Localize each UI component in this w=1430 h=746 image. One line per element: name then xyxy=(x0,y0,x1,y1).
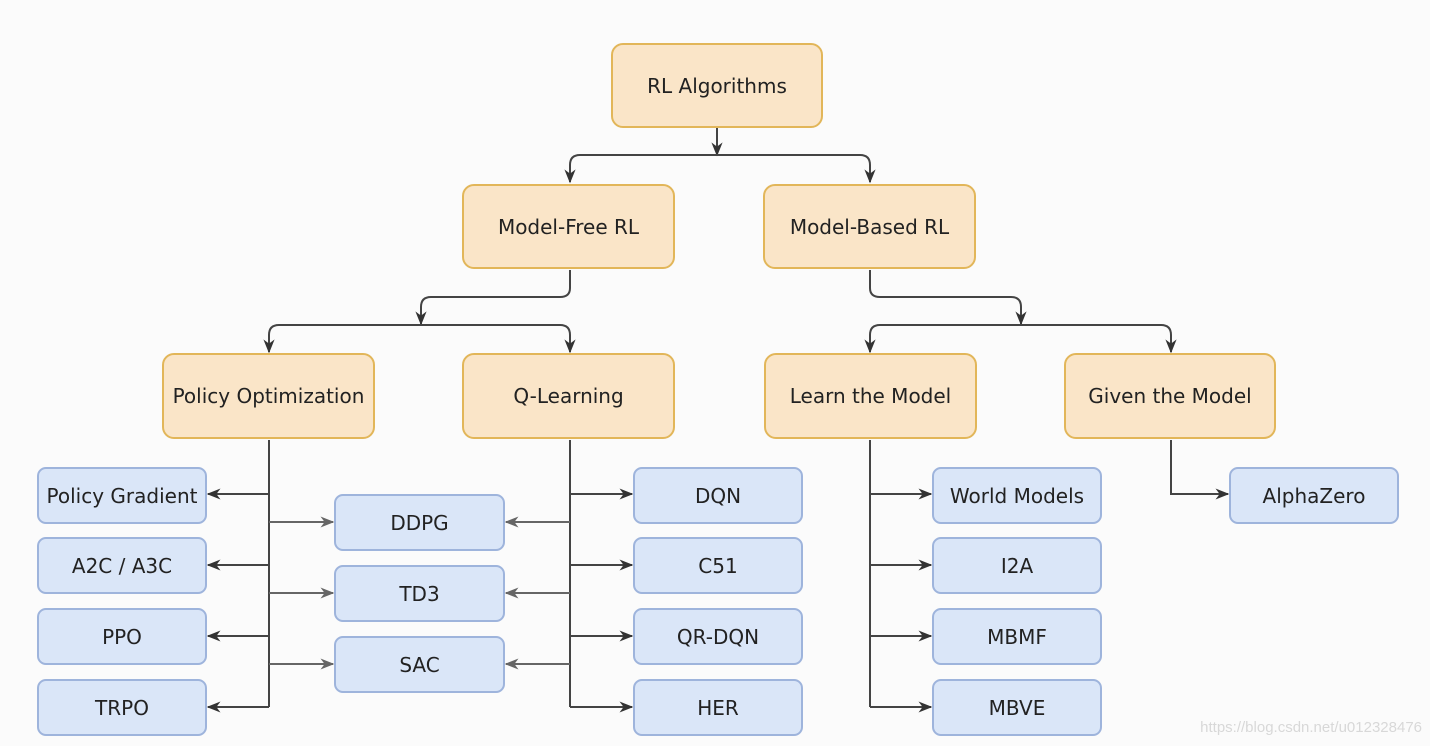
edge-mb-learn xyxy=(864,324,1021,354)
node-world-models: World Models xyxy=(932,467,1102,524)
edge-root-modelbased xyxy=(717,154,876,184)
node-dqn: DQN xyxy=(633,467,803,524)
node-mbmf: MBMF xyxy=(932,608,1102,665)
node-given-the-model: Given the Model xyxy=(1064,353,1276,439)
edge-mf-policyopt xyxy=(263,324,421,354)
node-q-learning: Q-Learning xyxy=(462,353,675,439)
edge-mf-qlearning xyxy=(421,324,576,354)
node-mbve: MBVE xyxy=(932,679,1102,736)
node-qr-dqn: QR-DQN xyxy=(633,608,803,665)
node-learn-the-model: Learn the Model xyxy=(764,353,977,439)
node-td3: TD3 xyxy=(334,565,505,622)
edge-root-modelfree xyxy=(564,154,717,184)
node-ddpg: DDPG xyxy=(334,494,505,551)
edge-modelfree-down xyxy=(415,270,571,326)
watermark: https://blog.csdn.net/u012328476 xyxy=(1200,719,1422,736)
node-model-free-rl: Model-Free RL xyxy=(462,184,675,269)
node-i2a: I2A xyxy=(932,537,1102,594)
edge-mb-given xyxy=(1021,324,1177,354)
node-c51: C51 xyxy=(633,537,803,594)
node-her: HER xyxy=(633,679,803,736)
node-rl-algorithms: RL Algorithms xyxy=(611,43,823,128)
node-model-based-rl: Model-Based RL xyxy=(763,184,976,269)
node-alphazero: AlphaZero xyxy=(1229,467,1399,524)
edge-modelbased-down xyxy=(869,270,1027,326)
node-a2c-a3c: A2C / A3C xyxy=(37,537,207,594)
node-ppo: PPO xyxy=(37,608,207,665)
node-sac: SAC xyxy=(334,636,505,693)
node-policy-gradient: Policy Gradient xyxy=(37,467,207,524)
node-policy-optimization: Policy Optimization xyxy=(162,353,375,439)
node-trpo: TRPO xyxy=(37,679,207,736)
edge-gtm-alphazero xyxy=(1170,440,1230,500)
